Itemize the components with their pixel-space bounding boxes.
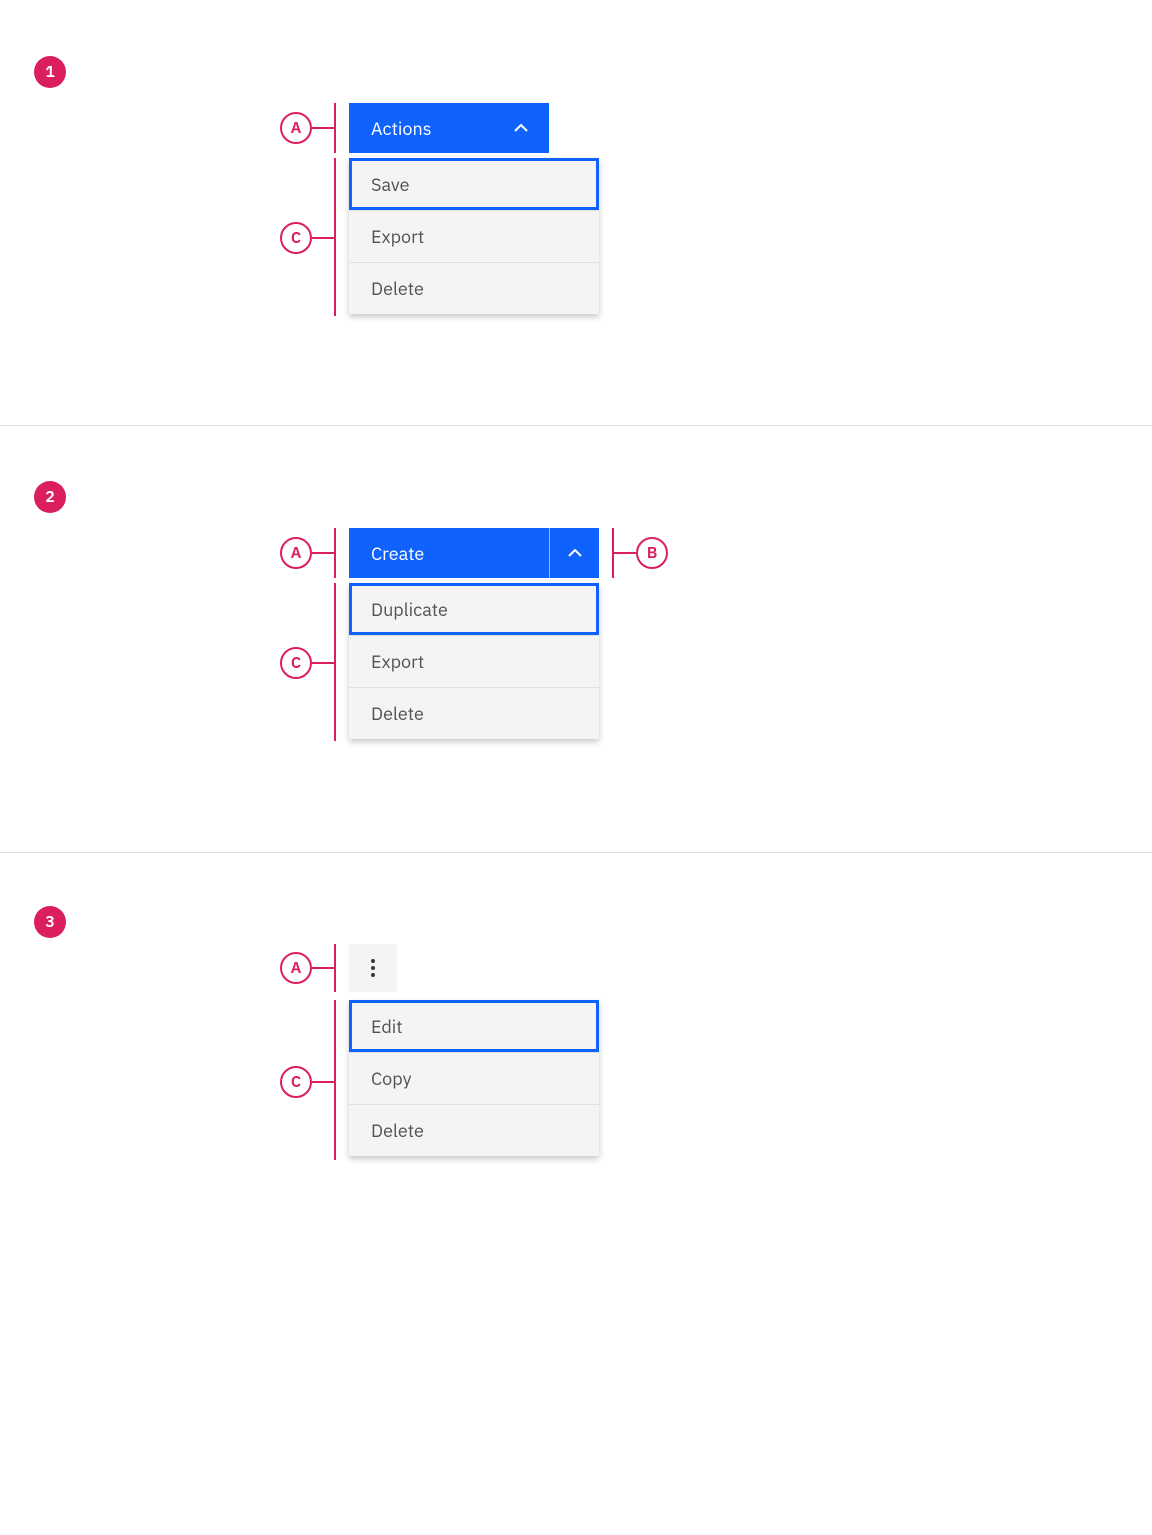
menu-item-duplicate[interactable]: Duplicate (349, 583, 599, 635)
actions-label: Actions (371, 117, 431, 140)
menu-item-delete[interactable]: Delete (349, 687, 599, 739)
annotation-vline (334, 1000, 336, 1160)
annotation-c: C (280, 647, 312, 679)
menu-item-delete[interactable]: Delete (349, 262, 599, 314)
menu-item-copy[interactable]: Copy (349, 1052, 599, 1104)
kebab-icon (371, 959, 375, 977)
section-number-badge: 3 (34, 906, 66, 938)
annotation-connector (312, 662, 334, 664)
annotation-b: B (636, 537, 668, 569)
annotation-connector (312, 127, 334, 129)
annotation-a: A (280, 952, 312, 984)
section-number-badge: 2 (34, 481, 66, 513)
annotation-vline (334, 583, 336, 741)
annotation-connector (312, 237, 334, 239)
create-split-button[interactable]: Create (349, 528, 599, 578)
annotation-vline (334, 528, 336, 578)
annotation-connector (312, 552, 334, 554)
overflow-menu: Edit Copy Delete (349, 1000, 599, 1156)
overflow-menu-button[interactable] (349, 944, 397, 992)
annotation-vline (334, 103, 336, 153)
annotation-a: A (280, 537, 312, 569)
annotation-connector (614, 552, 636, 554)
section-number-badge: 1 (34, 56, 66, 88)
menu-item-edit[interactable]: Edit (349, 1000, 599, 1052)
actions-menu: Save Export Delete (349, 158, 599, 314)
annotation-a: A (280, 112, 312, 144)
annotation-vline (334, 158, 336, 316)
annotation-vline (334, 944, 336, 992)
chevron-up-icon[interactable] (567, 545, 583, 561)
create-menu: Duplicate Export Delete (349, 583, 599, 739)
create-label: Create (371, 542, 424, 565)
chevron-up-icon (513, 120, 529, 136)
split-divider (549, 528, 550, 578)
menu-item-export[interactable]: Export (349, 635, 599, 687)
annotation-c: C (280, 1066, 312, 1098)
annotation-c: C (280, 222, 312, 254)
menu-item-delete[interactable]: Delete (349, 1104, 599, 1156)
menu-item-export[interactable]: Export (349, 210, 599, 262)
menu-item-save[interactable]: Save (349, 158, 599, 210)
annotation-connector (312, 1081, 334, 1083)
actions-menu-button[interactable]: Actions (349, 103, 549, 153)
annotation-connector (312, 967, 334, 969)
